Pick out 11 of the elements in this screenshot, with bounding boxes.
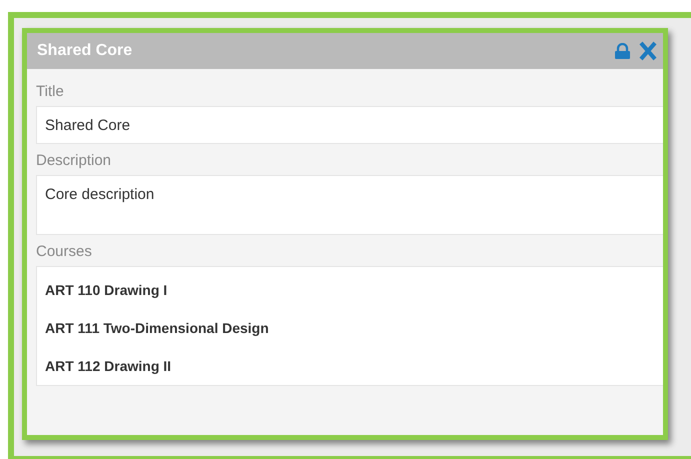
course-item[interactable]: ART 111 Two-Dimensional Design bbox=[45, 320, 269, 336]
input-field[interactable]: Shared Core bbox=[36, 106, 663, 144]
field-label: Title bbox=[36, 83, 65, 100]
close-icon[interactable] bbox=[639, 41, 657, 61]
course-item[interactable]: ART 110 Drawing I bbox=[45, 282, 168, 298]
field-label: Courses bbox=[36, 243, 93, 260]
dialog-title: Shared Core bbox=[37, 42, 134, 60]
course-item[interactable]: ART 112 Drawing II bbox=[45, 358, 172, 374]
textarea-field[interactable]: Core description bbox=[36, 175, 663, 235]
lock-icon[interactable] bbox=[614, 42, 631, 60]
field-label: Description bbox=[36, 152, 112, 169]
